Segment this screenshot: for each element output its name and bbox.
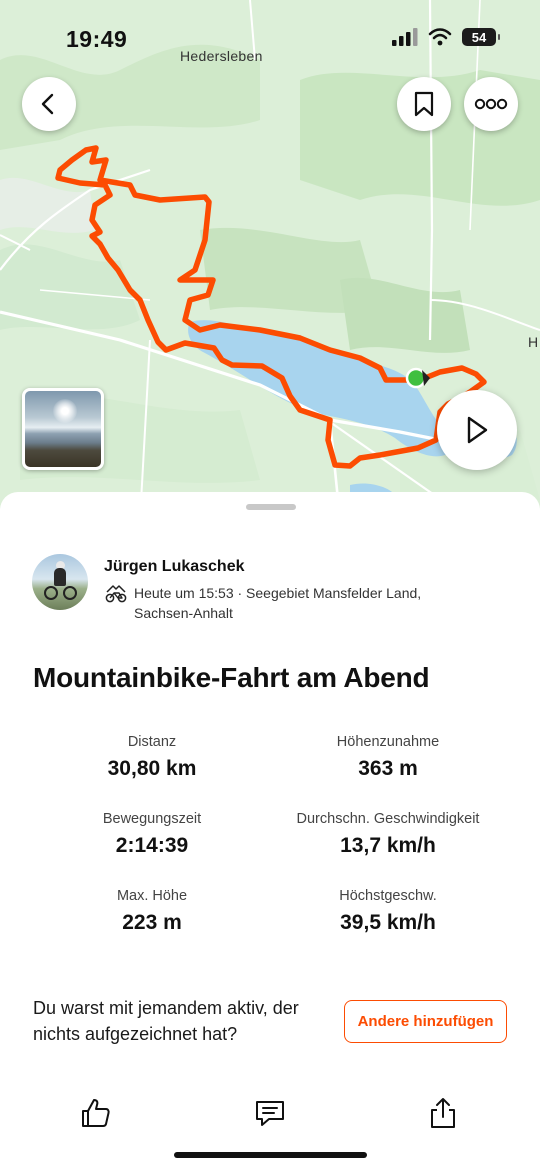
stat-label: Durchschn. Geschwindigkeit [296, 811, 480, 827]
bookmark-icon [414, 91, 434, 117]
play-icon [467, 416, 488, 444]
place-label-partial: H [528, 334, 539, 350]
action-bar [0, 1088, 540, 1138]
thumbs-up-icon [82, 1099, 110, 1127]
stat-max-elevation: Max. Höhe 223 m [27, 888, 277, 935]
timestamp-line-1: Heute um 15:53 · Seegebiet Mansfelder La… [134, 585, 422, 601]
stat-label: Max. Höhe [116, 888, 188, 904]
battery-level: 54 [471, 29, 487, 45]
wifi-icon [428, 28, 452, 46]
athlete-info: Jürgen Lukaschek Heute um 15:53 · Seegeb… [104, 554, 421, 623]
stat-label: Distanz [127, 734, 177, 750]
activity-photo-thumbnail[interactable] [22, 388, 104, 470]
activity-timestamp-location: Heute um 15:53 · Seegebiet Mansfelder La… [134, 583, 421, 623]
mountain-bike-icon [105, 585, 127, 603]
bookmark-button[interactable] [397, 77, 451, 131]
stat-label: Höhenzunahme [336, 734, 440, 750]
status-time: 19:49 [66, 26, 128, 52]
stat-value: 39,5 km/h [340, 911, 436, 934]
activity-title: Mountainbike-Fahrt am Abend [33, 662, 430, 693]
home-indicator[interactable] [174, 1152, 367, 1158]
stat-avg-speed: Durchschn. Geschwindigkeit 13,7 km/h [263, 811, 513, 858]
battery-icon: 54 [462, 28, 500, 46]
chevron-left-icon [41, 93, 54, 115]
stat-value: 223 m [122, 911, 182, 934]
comment-button[interactable] [245, 1088, 295, 1138]
stat-value: 30,80 km [107, 757, 197, 780]
stat-label: Bewegungszeit [102, 811, 202, 827]
cellular-signal-icon [392, 28, 418, 46]
photo-sun [53, 399, 77, 423]
add-others-prompt: Du warst mit jemandem aktiv, der nichts … [33, 995, 353, 1047]
add-others-button[interactable]: Andere hinzufügen [344, 1000, 507, 1043]
prompt-line-1: Du warst mit jemandem aktiv, der [33, 998, 299, 1018]
stat-value: 2:14:39 [115, 834, 189, 857]
avatar-rider [54, 568, 66, 586]
stat-elevation-gain: Höhenzunahme 363 m [263, 734, 513, 781]
avatar-wheel [44, 586, 58, 600]
stat-distance: Distanz 30,80 km [27, 734, 277, 781]
timestamp-line-2: Sachsen-Anhalt [134, 605, 233, 621]
stat-max-speed: Höchstgeschw. 39,5 km/h [263, 888, 513, 935]
athlete-header[interactable]: Jürgen Lukaschek Heute um 15:53 · Seegeb… [32, 554, 421, 623]
athlete-name[interactable]: Jürgen Lukaschek [104, 558, 421, 576]
avatar-wheel [63, 586, 77, 600]
play-flyover-button[interactable] [437, 390, 517, 470]
status-icons: 54 [392, 28, 500, 46]
route-map[interactable]: Hedersleben H 19:49 54 [0, 0, 540, 520]
stat-value: 13,7 km/h [340, 834, 436, 857]
avatar[interactable] [32, 554, 88, 610]
activity-meta: Heute um 15:53 · Seegebiet Mansfelder La… [104, 583, 421, 623]
sheet-grabber[interactable] [246, 504, 296, 510]
activity-sheet: Jürgen Lukaschek Heute um 15:53 · Seegeb… [0, 492, 540, 1170]
stat-label: Höchstgeschw. [339, 888, 437, 904]
back-button[interactable] [22, 77, 76, 131]
stat-moving-time: Bewegungszeit 2:14:39 [27, 811, 277, 858]
prompt-line-2: nichts aufgezeichnet hat? [33, 1024, 238, 1044]
share-button[interactable] [418, 1088, 468, 1138]
kudos-button[interactable] [71, 1088, 121, 1138]
comment-icon [256, 1101, 284, 1126]
more-options-button[interactable] [464, 77, 518, 131]
stat-value: 363 m [358, 757, 418, 780]
status-bar: 19:49 54 [0, 0, 540, 80]
more-icon [474, 98, 508, 110]
share-icon [431, 1098, 455, 1128]
